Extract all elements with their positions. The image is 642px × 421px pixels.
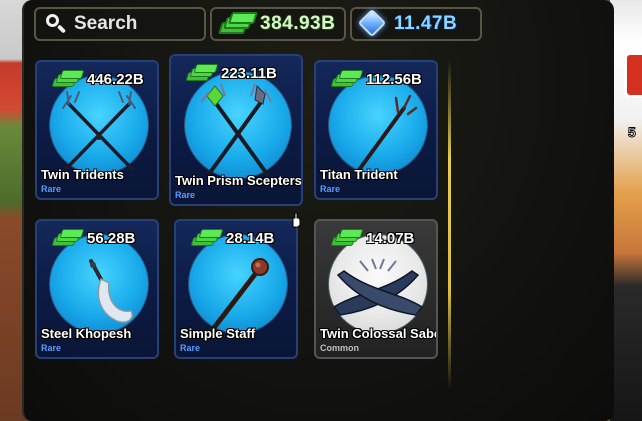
item-card-simple-staff[interactable]: 28.14B Simple Staff Rare [174, 219, 298, 359]
item-rarity: Rare [41, 343, 62, 353]
hand-cursor-icon [292, 212, 301, 228]
gem-balance: 11.47B [350, 7, 482, 41]
item-price: 112.56B [330, 68, 422, 90]
cash-stack-icon [51, 229, 85, 247]
panel-scroll-glow [448, 60, 451, 390]
item-price: 446.22B [51, 68, 144, 90]
item-price: 223.11B [185, 62, 277, 84]
cash-amount: 384.93B [260, 13, 336, 34]
item-name: Steel Khopesh [41, 326, 132, 341]
item-card-twin-prism-scepters[interactable]: 223.11B Twin Prism Scepters Rare [169, 54, 303, 206]
item-rarity: Rare [180, 343, 201, 353]
item-price: 28.14B [190, 227, 274, 249]
cash-stack-icon [190, 229, 224, 247]
item-rarity: Rare [320, 184, 341, 194]
item-rarity: Rare [41, 184, 62, 194]
gem-amount: 11.47B [394, 13, 458, 34]
search-box[interactable]: Search [34, 7, 206, 41]
item-card-steel-khopesh[interactable]: 56.28B Steel Khopesh Rare [35, 219, 159, 359]
gem-icon [356, 8, 390, 39]
item-card-twin-tridents[interactable]: 446.22B Twin Tridents Rare [35, 60, 159, 200]
cash-stack-icon [185, 64, 219, 82]
game-world-sign-text: 5 [628, 124, 637, 141]
cash-stack-icon [218, 11, 258, 37]
item-rarity: Rare [175, 190, 196, 200]
item-name: Simple Staff [180, 326, 256, 341]
search-input[interactable]: Search [74, 13, 137, 35]
item-card-titan-trident[interactable]: 112.56B Titan Trident Rare [314, 60, 438, 200]
cash-stack-icon [330, 70, 364, 88]
cash-stack-icon [51, 70, 85, 88]
game-world-sign [624, 52, 642, 98]
item-rarity: Common [320, 343, 359, 353]
item-name: Twin Tridents [41, 167, 124, 182]
search-icon [45, 13, 67, 35]
item-price: 56.28B [51, 227, 135, 249]
cash-balance: 384.93B [210, 7, 346, 41]
item-name: Titan Trident [320, 167, 398, 182]
item-price: 14.07B [330, 227, 414, 249]
item-name: Twin Colossal Sabers [320, 326, 436, 341]
item-name: Twin Prism Scepters [175, 173, 302, 188]
item-card-twin-colossal-sabers[interactable]: 14.07B Twin Colossal Sabers Common [314, 219, 438, 359]
cash-stack-icon [330, 229, 364, 247]
